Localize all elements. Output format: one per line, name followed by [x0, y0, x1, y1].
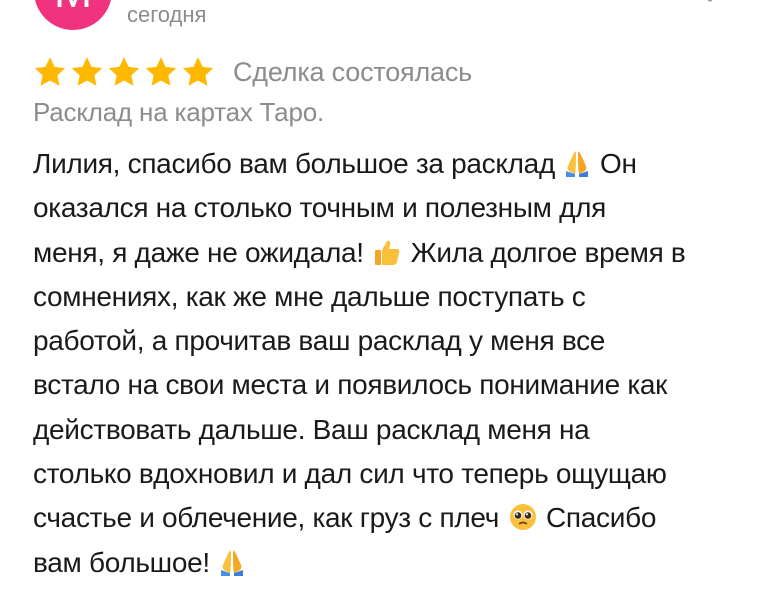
rating-row: Сделка состоялась	[33, 52, 472, 92]
review-line: действовать дальше. Ваш расклад меня на	[33, 413, 590, 445]
review-category: Расклад на картах Таро.	[33, 97, 324, 127]
avatar[interactable]: М	[34, 0, 112, 30]
more-vertical-icon[interactable]	[700, 0, 720, 14]
star-rating	[33, 56, 215, 88]
deal-status: Сделка состоялась	[233, 56, 473, 87]
star-icon	[107, 56, 141, 88]
review-line: вам большое!	[33, 541, 748, 585]
star-icon	[33, 56, 67, 88]
pray-emoji-icon	[564, 149, 590, 177]
pleading-face-emoji-icon	[509, 503, 537, 531]
pray-emoji-icon	[219, 548, 245, 576]
avatar-letter: М	[54, 0, 92, 17]
thumbs-up-emoji-icon	[373, 238, 401, 266]
review-date: сегодня	[127, 2, 207, 27]
star-icon	[181, 56, 215, 88]
review-line: встало на свои места и появилось пониман…	[33, 369, 668, 401]
star-icon	[144, 56, 178, 88]
review-line: Лилия, спасибо вам большое за расклад Он	[33, 148, 637, 179]
review-line: оказался на столько точным и полезным дл…	[33, 192, 607, 224]
review-line: меня, я даже не ожидала! Жила долгое вре…	[33, 236, 686, 268]
star-icon	[70, 56, 104, 88]
review-line: счастье и облечение, как груз с плеч Спа…	[33, 502, 657, 534]
review-line: столько вдохновил и дал сил что теперь о…	[33, 458, 667, 490]
review-line: работой, а прочитав ваш расклад у меня в…	[33, 325, 606, 357]
review-line: сомнениях, как же мне дальше поступать с	[33, 280, 586, 312]
review-text: Лилия, спасибо вам большое за расклад Он…	[33, 142, 748, 585]
